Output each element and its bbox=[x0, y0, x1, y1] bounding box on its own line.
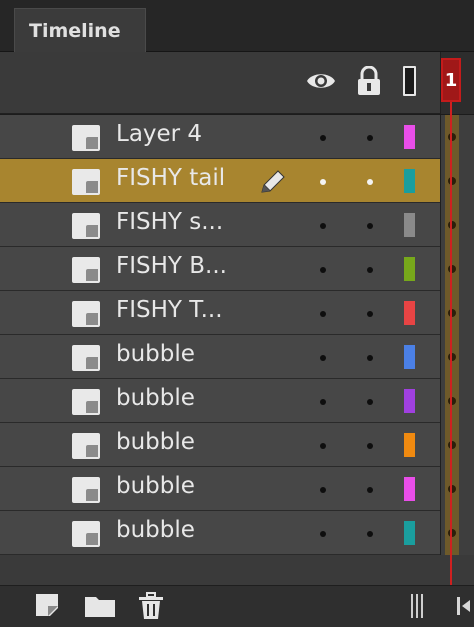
outline-color-swatch[interactable] bbox=[404, 521, 415, 545]
visibility-toggle[interactable] bbox=[320, 399, 326, 405]
layer-icon bbox=[72, 477, 100, 503]
lock-toggle[interactable] bbox=[367, 135, 373, 141]
outline-color-swatch[interactable] bbox=[404, 257, 415, 281]
layer-row[interactable]: FISHY T... bbox=[0, 291, 474, 335]
outline-color-swatch[interactable] bbox=[404, 213, 415, 237]
lock-toggle[interactable] bbox=[367, 267, 373, 273]
outline-color-swatch[interactable] bbox=[404, 169, 415, 193]
frame-cell[interactable] bbox=[440, 115, 474, 159]
layer-row[interactable]: bubble bbox=[0, 423, 474, 467]
panel-tab-bar: Timeline bbox=[0, 0, 474, 52]
visibility-toggle[interactable] bbox=[320, 179, 326, 185]
playhead[interactable] bbox=[450, 102, 452, 585]
layer-icon bbox=[72, 433, 100, 459]
visibility-toggle[interactable] bbox=[320, 487, 326, 493]
lock-toggle[interactable] bbox=[367, 399, 373, 405]
layer-name[interactable]: bubble bbox=[116, 385, 195, 411]
lock-toggle[interactable] bbox=[367, 531, 373, 537]
new-folder-icon[interactable] bbox=[84, 592, 116, 618]
outline-color-swatch[interactable] bbox=[404, 389, 415, 413]
visibility-toggle[interactable] bbox=[320, 267, 326, 273]
delete-icon[interactable] bbox=[138, 592, 164, 620]
frame-cell[interactable] bbox=[440, 159, 474, 203]
layer-name[interactable]: Layer 4 bbox=[116, 121, 202, 147]
lock-toggle[interactable] bbox=[367, 179, 373, 185]
outline-color-swatch[interactable] bbox=[404, 301, 415, 325]
tab-timeline[interactable]: Timeline bbox=[14, 8, 146, 52]
visibility-toggle[interactable] bbox=[320, 443, 326, 449]
layer-name[interactable]: FISHY s... bbox=[116, 209, 223, 235]
layer-list: Layer 4 FISHY tail FISHY s... FISHY B... bbox=[0, 115, 474, 555]
layer-name[interactable]: FISHY tail bbox=[116, 165, 225, 191]
layer-icon bbox=[72, 301, 100, 327]
layer-name[interactable]: bubble bbox=[116, 429, 195, 455]
frame-cell[interactable] bbox=[440, 247, 474, 291]
outline-color-swatch[interactable] bbox=[404, 345, 415, 369]
frame-cell[interactable] bbox=[440, 291, 474, 335]
frame-cell[interactable] bbox=[440, 379, 474, 423]
lock-icon[interactable] bbox=[356, 66, 382, 96]
current-frame-indicator[interactable]: 1 bbox=[441, 58, 461, 102]
splitter-icon[interactable] bbox=[410, 593, 424, 619]
layer-row[interactable]: FISHY s... bbox=[0, 203, 474, 247]
frame-cell[interactable] bbox=[440, 511, 474, 555]
visibility-toggle[interactable] bbox=[320, 135, 326, 141]
layer-name[interactable]: bubble bbox=[116, 517, 195, 543]
visibility-toggle[interactable] bbox=[320, 223, 326, 229]
layer-name[interactable]: FISHY T... bbox=[116, 297, 223, 323]
outline-color-swatch[interactable] bbox=[404, 433, 415, 457]
layer-icon bbox=[72, 169, 100, 195]
layer-name[interactable]: bubble bbox=[116, 341, 195, 367]
go-to-first-frame-icon[interactable] bbox=[456, 594, 474, 618]
outline-color-swatch[interactable] bbox=[404, 125, 415, 149]
visibility-toggle[interactable] bbox=[320, 355, 326, 361]
layer-row[interactable]: bubble bbox=[0, 467, 474, 511]
layer-row[interactable]: bubble bbox=[0, 335, 474, 379]
layer-icon bbox=[72, 213, 100, 239]
layer-icon bbox=[72, 521, 100, 547]
lock-toggle[interactable] bbox=[367, 311, 373, 317]
tab-timeline-label: Timeline bbox=[29, 19, 121, 42]
layer-icon bbox=[72, 345, 100, 371]
layer-name[interactable]: bubble bbox=[116, 473, 195, 499]
layer-row[interactable]: FISHY B... bbox=[0, 247, 474, 291]
layer-row[interactable]: FISHY tail bbox=[0, 159, 474, 203]
eye-icon[interactable] bbox=[306, 70, 336, 92]
visibility-toggle[interactable] bbox=[320, 531, 326, 537]
empty-layer-area[interactable] bbox=[0, 555, 474, 585]
frame-cell[interactable] bbox=[440, 203, 474, 247]
visibility-toggle[interactable] bbox=[320, 311, 326, 317]
frame-cell[interactable] bbox=[440, 467, 474, 511]
lock-toggle[interactable] bbox=[367, 355, 373, 361]
layer-row[interactable]: Layer 4 bbox=[0, 115, 474, 159]
lock-toggle[interactable] bbox=[367, 487, 373, 493]
layer-icon bbox=[72, 125, 100, 151]
layer-name[interactable]: FISHY B... bbox=[116, 253, 227, 279]
outline-color-swatch[interactable] bbox=[404, 477, 415, 501]
layer-icon bbox=[72, 257, 100, 283]
frame-cell[interactable] bbox=[440, 423, 474, 467]
outline-icon[interactable] bbox=[403, 66, 416, 96]
layer-row[interactable]: bubble bbox=[0, 379, 474, 423]
lock-toggle[interactable] bbox=[367, 443, 373, 449]
pencil-icon bbox=[261, 170, 285, 193]
new-layer-icon[interactable] bbox=[34, 592, 60, 618]
frame-cell[interactable] bbox=[440, 335, 474, 379]
layer-row[interactable]: bubble bbox=[0, 511, 474, 555]
lock-toggle[interactable] bbox=[367, 223, 373, 229]
timeline-toolbar bbox=[0, 585, 474, 627]
layer-icon bbox=[72, 389, 100, 415]
